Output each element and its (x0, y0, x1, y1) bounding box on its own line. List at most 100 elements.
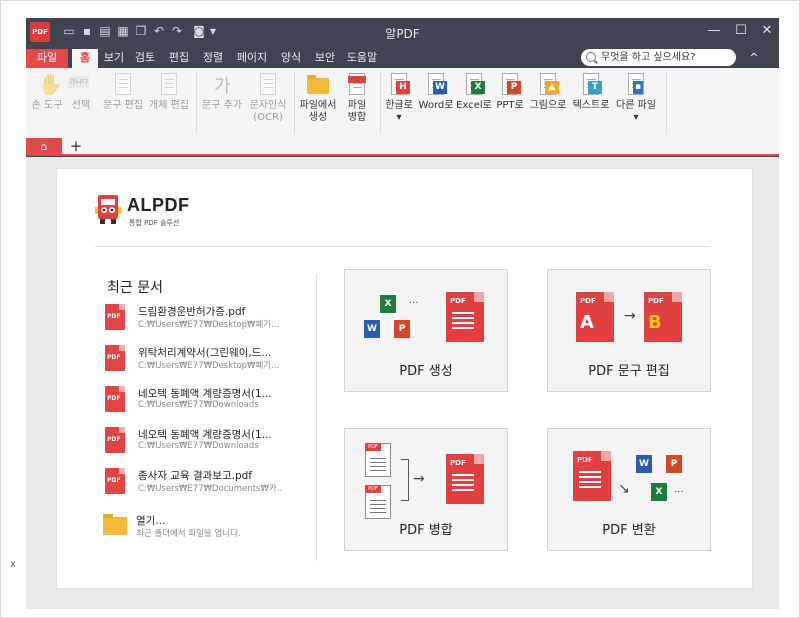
close-button[interactable]: ✕ (759, 23, 775, 39)
pdf-b-icon: PDF B (644, 292, 682, 342)
card-pdf-convert[interactable]: PDF ↘ W P X ··· PDF 변환 (547, 428, 711, 551)
to-image-button[interactable]: ▲ 그림으로 (528, 72, 568, 112)
ribbon-separator (196, 72, 197, 134)
minimize-button[interactable]: — (706, 23, 722, 39)
screenshot-frame: x PDF ▭ ▪ ▤ ▦ ❐ ↶ ↷ ◙ ▾ 알PDF — ☐ ✕ 파일 홈 … (0, 0, 800, 618)
tab-home[interactable]: 홈 (72, 49, 98, 68)
hand-icon: ✋ (38, 72, 63, 96)
word-icon: W (364, 320, 380, 338)
ppt-icon: P (497, 72, 523, 98)
edit-text-icon (110, 72, 136, 98)
merge-bracket (401, 459, 409, 501)
brand-title: ALPDF (127, 195, 190, 215)
pdf-file-icon: PDF (105, 345, 125, 371)
card-pdf-merge[interactable]: PDF PDF → PDF PDF 병합 (344, 428, 508, 551)
word-icon: W (423, 72, 449, 98)
recent-item[interactable]: PDF 종사자 교육 결과보고.pdf C:₩Users₩E77₩Documen… (105, 468, 285, 500)
create-from-file-button[interactable]: 파일에서 생성 (298, 72, 338, 124)
window-title: 알PDF (385, 27, 420, 41)
pdf-document-icon: PDF (446, 292, 484, 342)
hwp-icon: H (386, 72, 412, 98)
app-window: PDF ▭ ▪ ▤ ▦ ❐ ↶ ↷ ◙ ▾ 알PDF — ☐ ✕ 파일 홈 보기… (26, 18, 779, 609)
ocr-icon (255, 72, 281, 98)
pdf-document-icon: PDF (573, 451, 611, 501)
tab-security[interactable]: 보안 (312, 49, 338, 68)
ppt-icon: P (666, 455, 682, 473)
hand-tool-button[interactable]: ✋ 손 도구 (30, 72, 64, 112)
to-other-button[interactable]: ▪ 다른 파일 ▾ (614, 72, 658, 124)
tab-page[interactable]: 페이지 (234, 49, 270, 68)
search-placeholder: 무엇을 하고 싶으세요? (601, 52, 696, 63)
add-tab-button[interactable]: + (68, 138, 84, 156)
word-icon: W (636, 455, 652, 473)
start-page: ALPDF 통합 PDF 솔루션 최근 문서 PDF 드림환경운반허가증.pdf… (56, 168, 753, 589)
pdf-file-icon: PDF (105, 386, 125, 412)
pdf-file-icon: PDF (105, 468, 125, 494)
ribbon: ✋ 손 도구 가나다 선택 문구 편집 개체 편집 가 문구 추가 문자인식 (… (26, 68, 779, 148)
recent-item[interactable]: PDF 드림환경운반허가증.pdf C:₩Users₩E77₩Desktop₩폐… (105, 304, 285, 336)
pdf-a-icon: PDF A (576, 292, 614, 342)
search-icon (586, 52, 596, 62)
folder-icon (103, 514, 127, 535)
ppt-icon: P (394, 320, 410, 338)
title-bar: PDF ▭ ▪ ▤ ▦ ❐ ↶ ↷ ◙ ▾ 알PDF — ☐ ✕ (26, 18, 779, 46)
recent-item[interactable]: PDF 네오텍 동폐액 계량증명서(1... C:₩Users₩E77₩Down… (105, 427, 285, 459)
text-icon: T (578, 72, 604, 98)
tab-form[interactable]: 양식 (278, 49, 304, 68)
open-file-item[interactable]: 열기... 최근 폴더에서 파일을 엽니다. (103, 513, 283, 545)
tab-file[interactable]: 파일 (26, 49, 68, 68)
recent-item[interactable]: PDF 위탁처리계약서(그린웨이,드... C:₩Users₩E77₩Deskt… (105, 345, 285, 377)
tab-edit[interactable]: 편집 (166, 49, 192, 68)
merge-icon (344, 72, 370, 98)
arrow-right-icon: → (413, 471, 425, 487)
other-file-icon: ▪ (623, 72, 649, 98)
document-tab-strip: ⌂ + (26, 138, 779, 156)
side-mark: x (10, 559, 16, 570)
tab-arrange[interactable]: 정렬 (200, 49, 226, 68)
search-input[interactable]: 무엇을 하고 싶으세요? (581, 49, 736, 66)
excel-icon: X (461, 72, 487, 98)
tab-help[interactable]: 도움말 (344, 49, 380, 68)
home-tab[interactable]: ⌂ (26, 138, 62, 156)
image-icon: ▲ (535, 72, 561, 98)
pdf-file-icon: PDF (105, 304, 125, 330)
edit-text-button[interactable]: 문구 편집 (102, 72, 144, 112)
add-text-button[interactable]: 가 문구 추가 (202, 72, 242, 112)
folder-icon (305, 72, 331, 98)
ribbon-separator (666, 72, 667, 134)
to-hwp-button[interactable]: H 한글로 ▾ (382, 72, 416, 124)
select-button[interactable]: 가나다 선택 (66, 72, 96, 112)
arrow-down-right-icon: ↘ (618, 481, 630, 497)
pdf-file-icon: PDF (105, 427, 125, 453)
add-text-icon: 가 (214, 76, 231, 97)
merge-files-button[interactable]: 파일 병합 (340, 72, 374, 124)
recent-documents-title: 최근 문서 (107, 280, 163, 296)
excel-icon: X (380, 295, 396, 313)
ribbon-separator (294, 72, 295, 134)
paper-icon: PDF (365, 443, 391, 477)
ribbon-separator (380, 72, 381, 134)
card-pdf-edit-text[interactable]: PDF A → PDF B PDF 문구 편집 (547, 269, 711, 392)
to-text-button[interactable]: T 텍스트로 (570, 72, 612, 112)
excel-icon: X (651, 483, 667, 501)
maximize-button[interactable]: ☐ (733, 23, 749, 39)
edit-object-button[interactable]: 개체 편집 (148, 72, 190, 112)
select-text-icon: 가나다 (68, 76, 90, 88)
to-excel-button[interactable]: X Excel로 (456, 72, 492, 112)
alpdf-mascot-icon (95, 193, 121, 225)
to-word-button[interactable]: W Word로 (418, 72, 454, 112)
menu-bar: 파일 홈 보기 검토 편집 정렬 페이지 양식 보안 도움말 무엇을 하고 싶으… (26, 46, 779, 68)
collapse-ribbon-button[interactable]: ^ (746, 50, 762, 66)
recent-item[interactable]: PDF 네오텍 동폐액 계량증명서(1... C:₩Users₩E77₩Down… (105, 386, 285, 418)
paper-icon: PDF (365, 485, 391, 519)
edit-object-icon (156, 72, 182, 98)
divider (95, 246, 711, 247)
tab-review[interactable]: 검토 (132, 49, 158, 68)
brand-subtitle: 통합 PDF 솔루션 (129, 219, 180, 227)
ocr-button[interactable]: 문자인식 (OCR) (246, 72, 290, 124)
card-pdf-create[interactable]: X W P ··· PDF PDF 생성 (344, 269, 508, 392)
divider-vertical (316, 274, 317, 561)
pdf-document-icon: PDF (446, 454, 484, 504)
tab-view[interactable]: 보기 (102, 49, 126, 68)
to-ppt-button[interactable]: P PPT로 (494, 72, 526, 112)
